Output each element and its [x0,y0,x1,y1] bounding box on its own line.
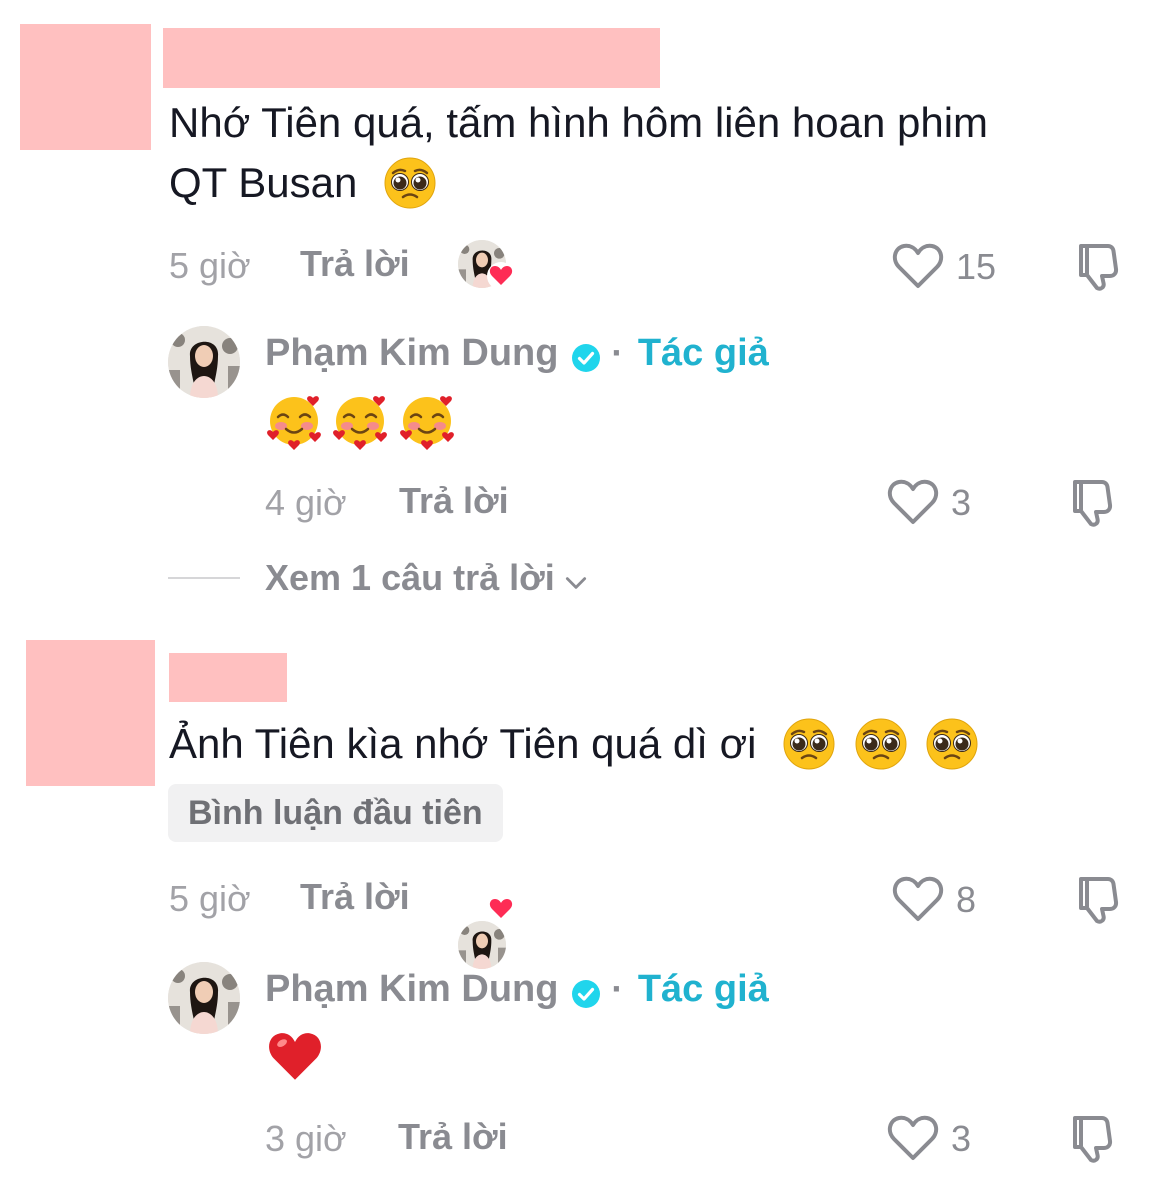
heart-outline-icon[interactable] [887,478,939,526]
pleading-face-icon [854,717,908,771]
comment-time: 5 giờ [169,878,251,919]
reply-time: 4 giờ [265,482,347,523]
dislike-icon[interactable] [1066,476,1118,528]
smiling-face-hearts-icon [265,392,323,450]
creator-liked-avatar [458,921,506,969]
heart-outline-icon[interactable] [892,242,944,290]
reply-time: 3 giờ [265,1118,347,1159]
author-avatar[interactable] [168,326,240,398]
separator-dot: · [611,332,624,373]
author-badge: Tác giả [637,968,769,1010]
view-more-replies[interactable]: Xem 1 câu trả lời [265,557,589,599]
like-count: 3 [951,482,972,523]
dislike-icon[interactable] [1072,240,1124,292]
comment-text: Ảnh Tiên kìa nhớ Tiên quá dì ơi [169,720,757,767]
heart-outline-icon[interactable] [892,875,944,923]
smiling-face-hearts-icon [331,392,389,450]
author-name[interactable]: Phạm Kim Dung [265,968,558,1010]
separator-dot: · [611,968,624,1009]
commenter-name-redacted[interactable] [169,653,287,702]
author-name[interactable]: Phạm Kim Dung [265,332,558,374]
commenter-name-redacted[interactable] [163,28,660,88]
avatar-image [168,326,240,398]
dislike-icon[interactable] [1072,873,1124,925]
creator-liked-heart-icon [487,262,515,290]
reply-button[interactable]: Trả lời [300,243,410,285]
chevron-down-icon [563,570,589,596]
commenter-avatar-redacted[interactable] [26,640,155,786]
red-heart-icon [267,1030,323,1082]
reply-author-row: Phạm Kim Dung · Tác giả [265,330,769,384]
dislike-icon[interactable] [1066,1112,1118,1164]
like-count: 3 [951,1118,972,1159]
like-count: 15 [956,246,997,287]
verified-icon [571,979,601,1009]
comment-time: 5 giờ [169,245,251,286]
reply-author-row: Phạm Kim Dung · Tác giả [265,966,769,1020]
pleading-face-icon [782,717,836,771]
smiling-face-hearts-icon [398,392,456,450]
pleading-face-icon [383,156,437,210]
reply-text [267,1030,323,1082]
view-more-divider [168,577,240,579]
comment-text-line-1: Nhớ Tiên quá, tấm hình hôm liên hoan phi… [169,99,989,146]
author-avatar[interactable] [168,962,240,1034]
reply-button[interactable]: Trả lời [398,1116,508,1158]
comment-text-line-2: QT Busan [169,153,437,213]
reply-text [265,392,456,450]
verified-icon [571,343,601,373]
comment-text-line-1: Ảnh Tiên kìa nhớ Tiên quá dì ơi [169,714,979,774]
heart-outline-icon[interactable] [887,1114,939,1162]
creator-liked-heart-icon [487,895,515,923]
avatar-image [168,962,240,1034]
first-comment-badge: Bình luận đầu tiên [168,784,503,842]
reply-button[interactable]: Trả lời [399,480,509,522]
like-count: 8 [956,879,977,920]
author-badge: Tác giả [637,332,769,374]
reply-button[interactable]: Trả lời [300,876,410,918]
avatar-image [458,921,506,969]
pleading-face-icon [925,717,979,771]
comment-1: Nhớ Tiên quá, tấm hình hôm liên hoan phi… [0,0,1170,598]
comment-text: QT Busan [169,159,358,206]
commenter-avatar-redacted[interactable] [20,24,151,150]
view-more-label: Xem 1 câu trả lời [265,557,555,598]
